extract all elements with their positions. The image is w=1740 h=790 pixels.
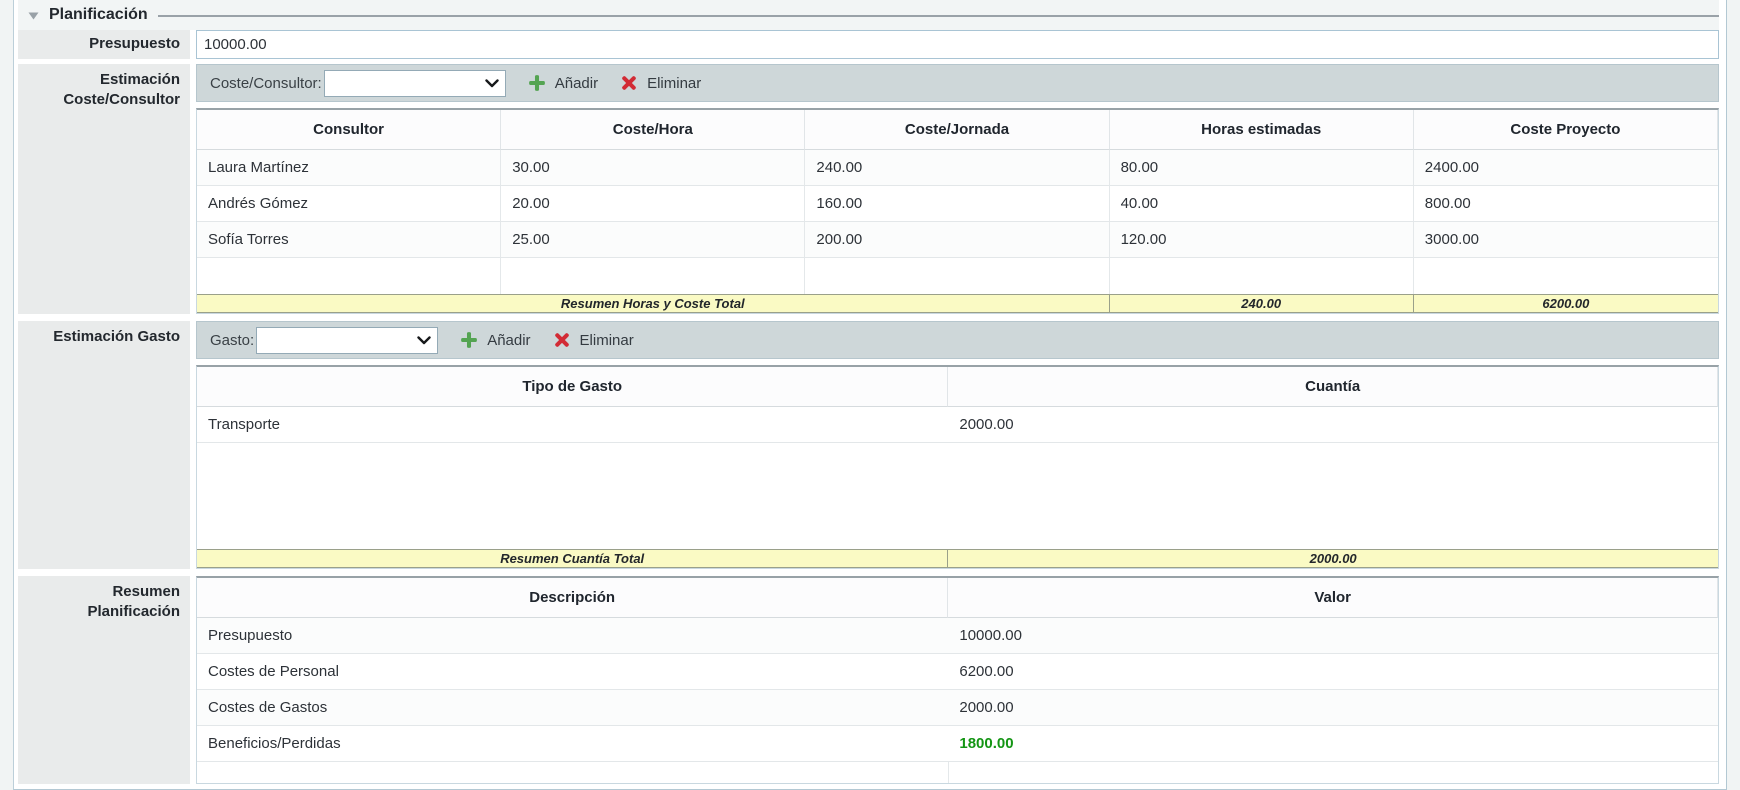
add-gasto-button[interactable]: Añadir: [460, 331, 530, 349]
cell-valor-beneficios: 1800.00: [948, 726, 1718, 762]
presupuesto-row: Presupuesto: [18, 30, 1719, 59]
column-header: Consultor: [197, 110, 501, 150]
cell-valor: 10000.00: [948, 618, 1718, 654]
consultores-summary-row: Resumen Horas y Coste Total 240.00 6200.…: [197, 294, 1718, 313]
presupuesto-input[interactable]: [196, 30, 1719, 59]
cell-coste-hora: 25.00: [501, 222, 805, 258]
cell-coste-hora: 30.00: [501, 150, 805, 186]
table-row[interactable]: Costes de Personal 6200.00: [197, 654, 1718, 690]
consultores-table: Consultor Coste/Hora Coste/Jornada Horas…: [196, 108, 1719, 314]
coste-consultor-label: Estimación Coste/Consultor: [18, 64, 190, 314]
legend-divider: [158, 15, 1719, 17]
coste-consultor-select-label: Coste/Consultor:: [210, 75, 322, 92]
cell-coste-proyecto: 800.00: [1414, 186, 1718, 222]
table-row[interactable]: Costes de Gastos 2000.00: [197, 690, 1718, 726]
gasto-label: Estimación Gasto: [18, 321, 190, 569]
summary-coste-total: 6200.00: [1414, 294, 1718, 313]
remove-gasto-button[interactable]: Eliminar: [553, 331, 634, 349]
table-row[interactable]: Sofía Torres 25.00 200.00 120.00 3000.00: [197, 222, 1718, 258]
page: Planificación Presupuesto Estimación Cos…: [0, 0, 1740, 790]
summary-cuantia-total: 2000.00: [948, 549, 1718, 568]
cell-coste-proyecto: 3000.00: [1414, 222, 1718, 258]
x-icon: [620, 74, 638, 92]
resumen-table: Descripción Valor Presupuesto 10000.00 C…: [196, 576, 1719, 784]
coste-consultor-toolbar: Coste/Consultor: Añadir: [196, 64, 1719, 102]
summary-label: Resumen Horas y Coste Total: [197, 294, 1110, 313]
gastos-table-header: Tipo de Gasto Cuantía: [197, 367, 1718, 407]
cell-coste-hora: 20.00: [501, 186, 805, 222]
presupuesto-label: Presupuesto: [18, 30, 190, 59]
cell-consultor: Sofía Torres: [197, 222, 501, 258]
column-header: Horas estimadas: [1110, 110, 1414, 150]
chevron-down-icon: [485, 79, 499, 88]
table-row[interactable]: Presupuesto 10000.00: [197, 618, 1718, 654]
cell-descripcion: Costes de Gastos: [197, 690, 948, 726]
add-consultor-button[interactable]: Añadir: [528, 74, 598, 92]
column-header: Descripción: [197, 578, 948, 618]
planificacion-panel: Planificación Presupuesto Estimación Cos…: [13, 0, 1727, 790]
gasto-select-label: Gasto:: [210, 332, 254, 349]
summary-label: Resumen Cuantía Total: [197, 549, 948, 568]
coste-consultor-section: Estimación Coste/Consultor Coste/Consult…: [18, 64, 1719, 314]
empty-area: [197, 443, 1718, 549]
column-header: Coste/Hora: [501, 110, 805, 150]
panel-legend: Planificación: [18, 0, 1719, 30]
cell-coste-proyecto: 2400.00: [1414, 150, 1718, 186]
plus-icon: [528, 74, 546, 92]
table-row[interactable]: Andrés Gómez 20.00 160.00 40.00 800.00: [197, 186, 1718, 222]
cell-valor: 2000.00: [948, 690, 1718, 726]
chevron-down-icon: [417, 336, 431, 345]
remove-consultor-button[interactable]: Eliminar: [620, 74, 701, 92]
cell-valor: 6200.00: [948, 654, 1718, 690]
remove-gasto-label: Eliminar: [580, 332, 634, 349]
cell-tipo-gasto: Transporte: [197, 407, 948, 443]
cell-horas-estimadas: 80.00: [1110, 150, 1414, 186]
cell-consultor: Andrés Gómez: [197, 186, 501, 222]
add-gasto-label: Añadir: [487, 332, 530, 349]
panel-title: Planificación: [49, 6, 148, 24]
column-header: Cuantía: [948, 367, 1718, 407]
collapse-toggle-icon[interactable]: [27, 10, 41, 21]
coste-consultor-select[interactable]: [324, 70, 506, 97]
cell-coste-jornada: 200.00: [805, 222, 1109, 258]
cell-coste-jornada: 160.00: [805, 186, 1109, 222]
gastos-table: Tipo de Gasto Cuantía Transporte 2000.00…: [196, 365, 1719, 569]
column-header: Valor: [948, 578, 1718, 618]
gasto-toolbar: Gasto: Añadir: [196, 321, 1719, 359]
table-row[interactable]: Laura Martínez 30.00 240.00 80.00 2400.0…: [197, 150, 1718, 186]
column-header: Tipo de Gasto: [197, 367, 948, 407]
empty-row: [197, 258, 1718, 294]
resumen-label: Resumen Planificación: [18, 576, 190, 784]
plus-icon: [460, 331, 478, 349]
cell-descripcion: Costes de Personal: [197, 654, 948, 690]
gastos-summary-row: Resumen Cuantía Total 2000.00: [197, 549, 1718, 568]
cell-descripcion: Beneficios/Perdidas: [197, 726, 948, 762]
summary-horas-total: 240.00: [1110, 294, 1414, 313]
empty-row: [197, 762, 1718, 783]
column-header: Coste Proyecto: [1414, 110, 1718, 150]
consultores-table-header: Consultor Coste/Hora Coste/Jornada Horas…: [197, 110, 1718, 150]
cell-horas-estimadas: 120.00: [1110, 222, 1414, 258]
gasto-select[interactable]: [256, 327, 438, 354]
add-consultor-label: Añadir: [555, 75, 598, 92]
remove-consultor-label: Eliminar: [647, 75, 701, 92]
table-row[interactable]: Beneficios/Perdidas 1800.00: [197, 726, 1718, 762]
cell-horas-estimadas: 40.00: [1110, 186, 1414, 222]
cell-cuantia: 2000.00: [948, 407, 1718, 443]
column-header: Coste/Jornada: [805, 110, 1109, 150]
cell-consultor: Laura Martínez: [197, 150, 501, 186]
x-icon: [553, 331, 571, 349]
resumen-table-header: Descripción Valor: [197, 578, 1718, 618]
table-row[interactable]: Transporte 2000.00: [197, 407, 1718, 443]
resumen-section: Resumen Planificación Descripción Valor …: [18, 576, 1719, 784]
cell-coste-jornada: 240.00: [805, 150, 1109, 186]
cell-descripcion: Presupuesto: [197, 618, 948, 654]
gasto-section: Estimación Gasto Gasto: Aña: [18, 321, 1719, 569]
